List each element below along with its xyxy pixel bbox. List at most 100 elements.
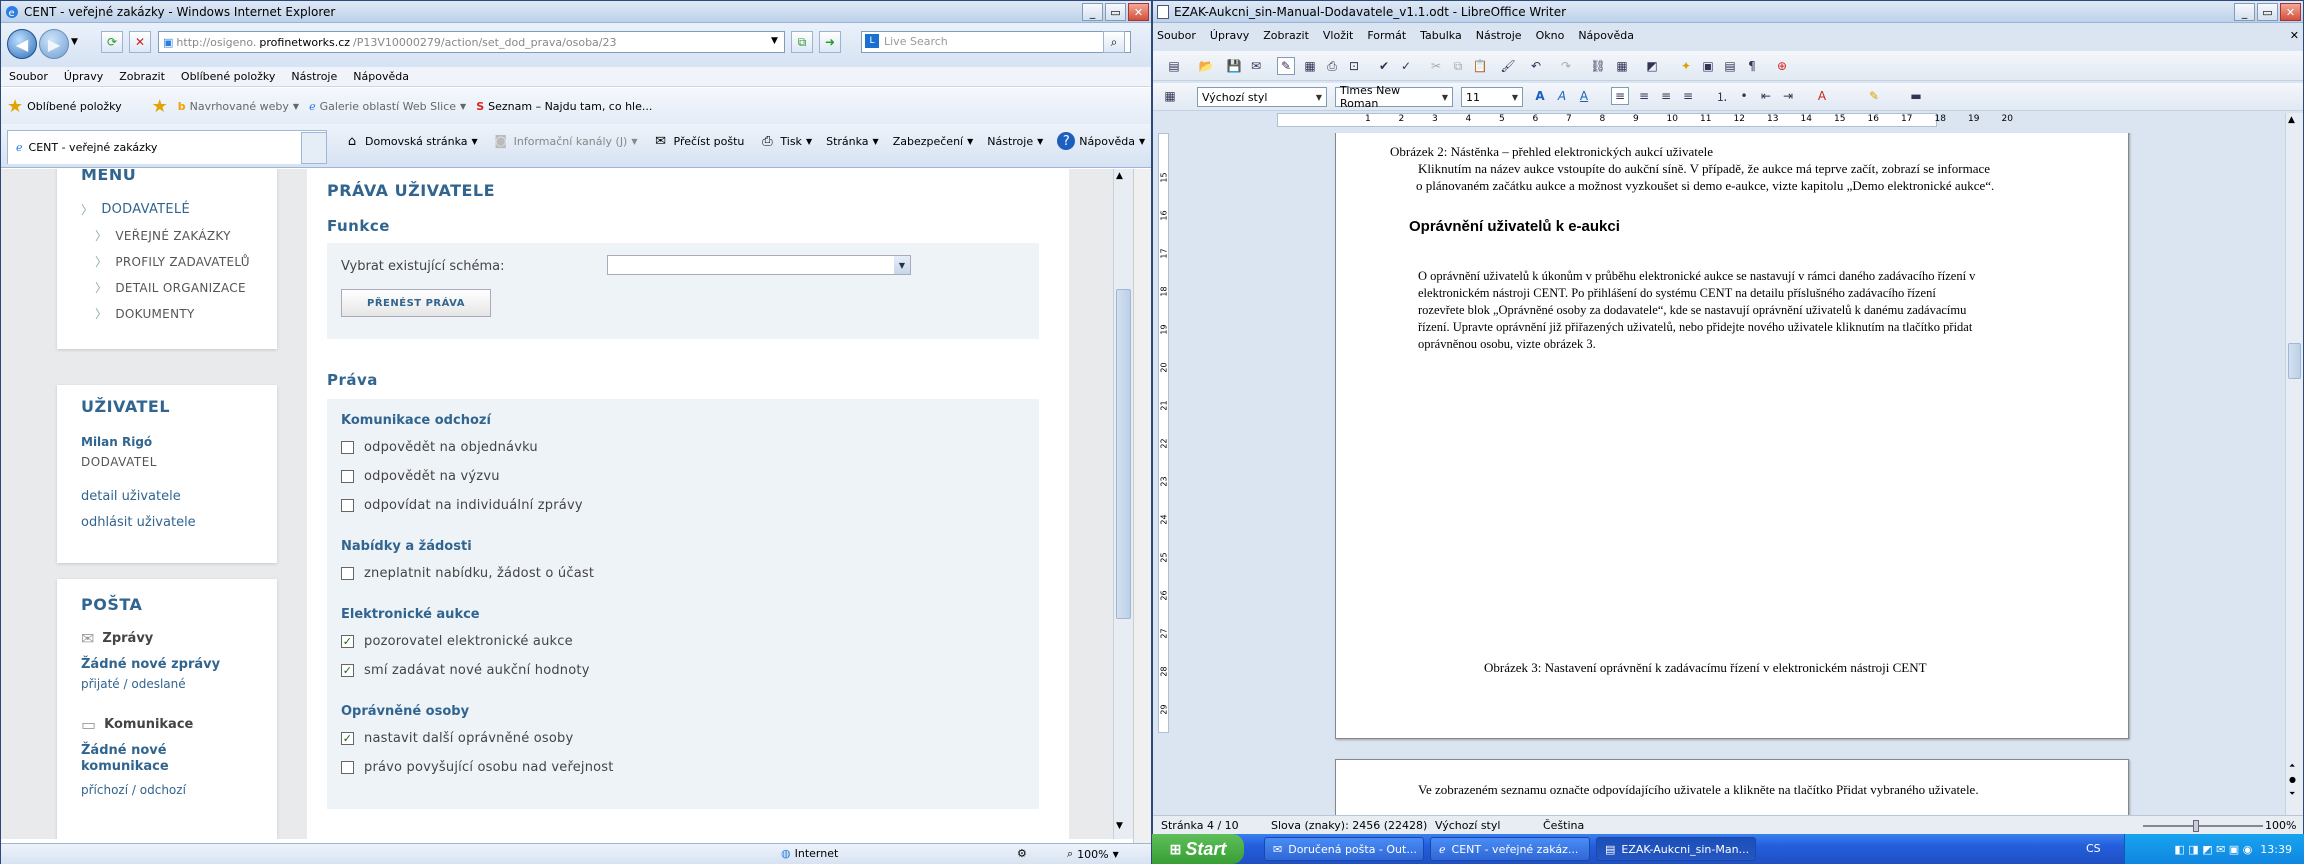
lo-menu-soubor[interactable]: Soubor [1157, 29, 1196, 42]
zoom-slider[interactable] [2143, 820, 2263, 832]
undo-icon[interactable]: ↶ [1527, 57, 1545, 75]
help-menu[interactable]: ? Nápověda ▼ [1057, 132, 1145, 150]
rights-checkbox-row[interactable]: právo povyšující osobu nad veřejnost [341, 760, 614, 775]
scrollbar-thumb[interactable] [2288, 343, 2301, 379]
favorites-button[interactable]: ★ Oblíbené položky [7, 96, 122, 117]
maximize-button[interactable]: ▭ [1105, 3, 1126, 21]
document-page-4[interactable]: Obrázek 2: Nástěnka – přehled elektronic… [1335, 133, 2129, 739]
export-pdf-icon[interactable]: ▦ [1301, 57, 1319, 75]
forward-button[interactable]: ▶ [39, 29, 69, 59]
background-color-icon[interactable]: ▬ [1907, 87, 1925, 105]
justify-icon[interactable]: ≡ [1679, 87, 1697, 105]
checkbox-checked[interactable]: ✓ [341, 732, 354, 745]
close-button[interactable]: ✕ [2280, 3, 2301, 21]
compatibility-icon[interactable]: ⧉ [791, 31, 813, 53]
page-down-icon[interactable]: ⏷ [2289, 789, 2295, 799]
go-icon[interactable]: ➜ [819, 31, 841, 53]
transfer-rights-button[interactable]: PŘENÉST PRÁVA [341, 289, 491, 317]
rights-checkbox-row[interactable]: ✓ nastavit další oprávněné osoby [341, 731, 573, 746]
rights-checkbox-row[interactable]: zneplatnit nabídku, žádost o účast [341, 566, 594, 581]
word-count[interactable]: Slova (znaky): 2456 (22428) [1271, 819, 1427, 832]
checkbox-unchecked[interactable] [341, 567, 354, 580]
safety-menu[interactable]: Zabezpečení ▼ [893, 135, 974, 148]
menu-item-dodavatele[interactable]: 〉 DODAVATELÉ [81, 201, 250, 218]
lo-menu-zobrazit[interactable]: Zobrazit [1263, 29, 1309, 42]
page-count[interactable]: Stránka 4 / 10 [1161, 819, 1239, 832]
minimize-button[interactable]: _ [2234, 3, 2255, 21]
fav-web-slice-gallery[interactable]: ℯ Galerie oblastí Web Slice ▼ [309, 100, 466, 113]
lo-menu-tabulka[interactable]: Tabulka [1420, 29, 1462, 42]
datasources-icon[interactable]: ▤ [1721, 57, 1739, 75]
checkbox-unchecked[interactable] [341, 441, 354, 454]
underline-icon[interactable]: A [1575, 87, 1593, 105]
email-icon[interactable]: ✉ [1247, 57, 1265, 75]
sent-link[interactable]: odeslané [131, 677, 185, 691]
tray-icons[interactable]: ◧ ◨ ◩ ✉ ▣ ◉ [2174, 843, 2252, 856]
decrease-indent-icon[interactable]: ⇤ [1757, 87, 1775, 105]
page-scrollbar[interactable]: ▲ ▼ [1113, 169, 1133, 839]
document-page-5[interactable]: Ve zobrazeném seznamu označte odpovídají… [1335, 759, 2129, 815]
font-name-select[interactable]: Times New Roman ▼ [1335, 84, 1453, 110]
document-scrollbar[interactable]: ▲ ⏶ ● ⏷ [2285, 113, 2303, 815]
vertical-ruler[interactable]: 15 16 17 18 19 20 21 22 23 24 25 26 27 28 29 [1153, 133, 1173, 815]
close-document-icon[interactable]: ✕ [2290, 29, 2299, 42]
tools-menu[interactable]: Nástroje ▼ [987, 135, 1043, 148]
scroll-up-icon[interactable]: ▲ [1116, 171, 1123, 181]
hyperlink-icon[interactable]: ⛓ [1589, 57, 1607, 75]
read-mail-button[interactable]: ✉ Přečíst poštu [652, 133, 744, 149]
language[interactable]: Čeština [1543, 819, 1584, 832]
maximize-button[interactable]: ▭ [2257, 3, 2278, 21]
recent-pages-dropdown-icon[interactable]: ▼ [71, 37, 78, 47]
paste-icon[interactable]: 📋 [1471, 57, 1489, 75]
page-menu[interactable]: Stránka ▼ [826, 135, 879, 148]
font-color-icon[interactable]: A [1813, 87, 1831, 105]
menu-item-dokumenty[interactable]: 〉 DOKUMENTY [81, 305, 250, 322]
redo-icon[interactable]: ↷ [1557, 57, 1575, 75]
navigator-icon[interactable]: ✦ [1677, 57, 1695, 75]
logout-link[interactable]: odhlásit uživatele [81, 515, 196, 530]
italic-icon[interactable]: A [1553, 87, 1571, 105]
scroll-up-icon[interactable]: ▲ [2288, 115, 2295, 125]
ie-window-scrollbar[interactable] [1133, 169, 1151, 843]
horizontal-ruler[interactable]: 1 2 3 4 5 6 7 8 9 10 11 12 13 14 15 16 17 18 19 20 [1153, 113, 2303, 133]
refresh-icon[interactable]: ⟳ [101, 31, 123, 53]
align-center-icon[interactable]: ≡ [1635, 87, 1653, 105]
stop-icon[interactable]: ✕ [129, 31, 151, 53]
lo-menu-format[interactable]: Formát [1367, 29, 1406, 42]
zoom-slider-handle[interactable] [2193, 820, 2199, 832]
user-detail-link[interactable]: detail uživatele [81, 489, 181, 504]
checkbox-unchecked[interactable] [341, 761, 354, 774]
received-link[interactable]: přijaté [81, 677, 120, 691]
task-outlook[interactable]: ✉ Doručená pošta - Out... [1264, 837, 1424, 861]
fav-seznam[interactable]: S Seznam – Najdu tam, co hle... [476, 100, 652, 113]
schema-select[interactable]: ▼ [607, 255, 911, 275]
zoom-percent[interactable]: 100% [2265, 819, 2296, 832]
new-tab-button[interactable] [301, 132, 327, 164]
back-button[interactable]: ◀ [7, 29, 37, 59]
add-favorite-button[interactable]: ★ [152, 96, 168, 117]
menu-oblibene[interactable]: Oblíbené položky [181, 70, 276, 83]
highlight-icon[interactable]: ✎ [1865, 87, 1883, 105]
copy-icon[interactable]: ⧉ [1449, 57, 1467, 75]
home-button[interactable]: ⌂ Domovská stránka ▼ [343, 133, 478, 149]
checkbox-unchecked[interactable] [341, 499, 354, 512]
search-input[interactable]: Live Search [861, 31, 1131, 53]
task-writer[interactable]: ▤ EZAK-Aukcni_sin-Man... [1596, 837, 1756, 861]
checkbox-unchecked[interactable] [341, 470, 354, 483]
tab-cent[interactable]: ℯ CENT - veřejné zakázky [7, 130, 327, 164]
scrollbar-thumb[interactable] [1116, 289, 1131, 619]
align-left-icon[interactable]: ≡ [1611, 87, 1629, 105]
bold-icon[interactable]: A [1531, 87, 1549, 105]
page-style[interactable]: Výchozí styl [1435, 819, 1500, 832]
address-dropdown-icon[interactable]: ▼ [771, 36, 778, 46]
cut-icon[interactable]: ✂ [1427, 57, 1445, 75]
rights-checkbox-row[interactable]: ✓ smí zadávat nové aukční hodnoty [341, 663, 590, 678]
menu-soubor[interactable]: Soubor [9, 70, 48, 83]
rights-checkbox-row[interactable]: odpovědět na objednávku [341, 440, 538, 455]
menu-item-detail-organizace[interactable]: 〉 DETAIL ORGANIZACE [81, 279, 250, 296]
menu-nastroje[interactable]: Nástroje [291, 70, 337, 83]
autospell-icon[interactable]: ✓ [1397, 57, 1415, 75]
navigate-icon[interactable]: ● [2289, 775, 2296, 784]
font-size-select[interactable]: 11 ▼ [1461, 87, 1523, 107]
menu-upravy[interactable]: Úpravy [64, 70, 103, 83]
